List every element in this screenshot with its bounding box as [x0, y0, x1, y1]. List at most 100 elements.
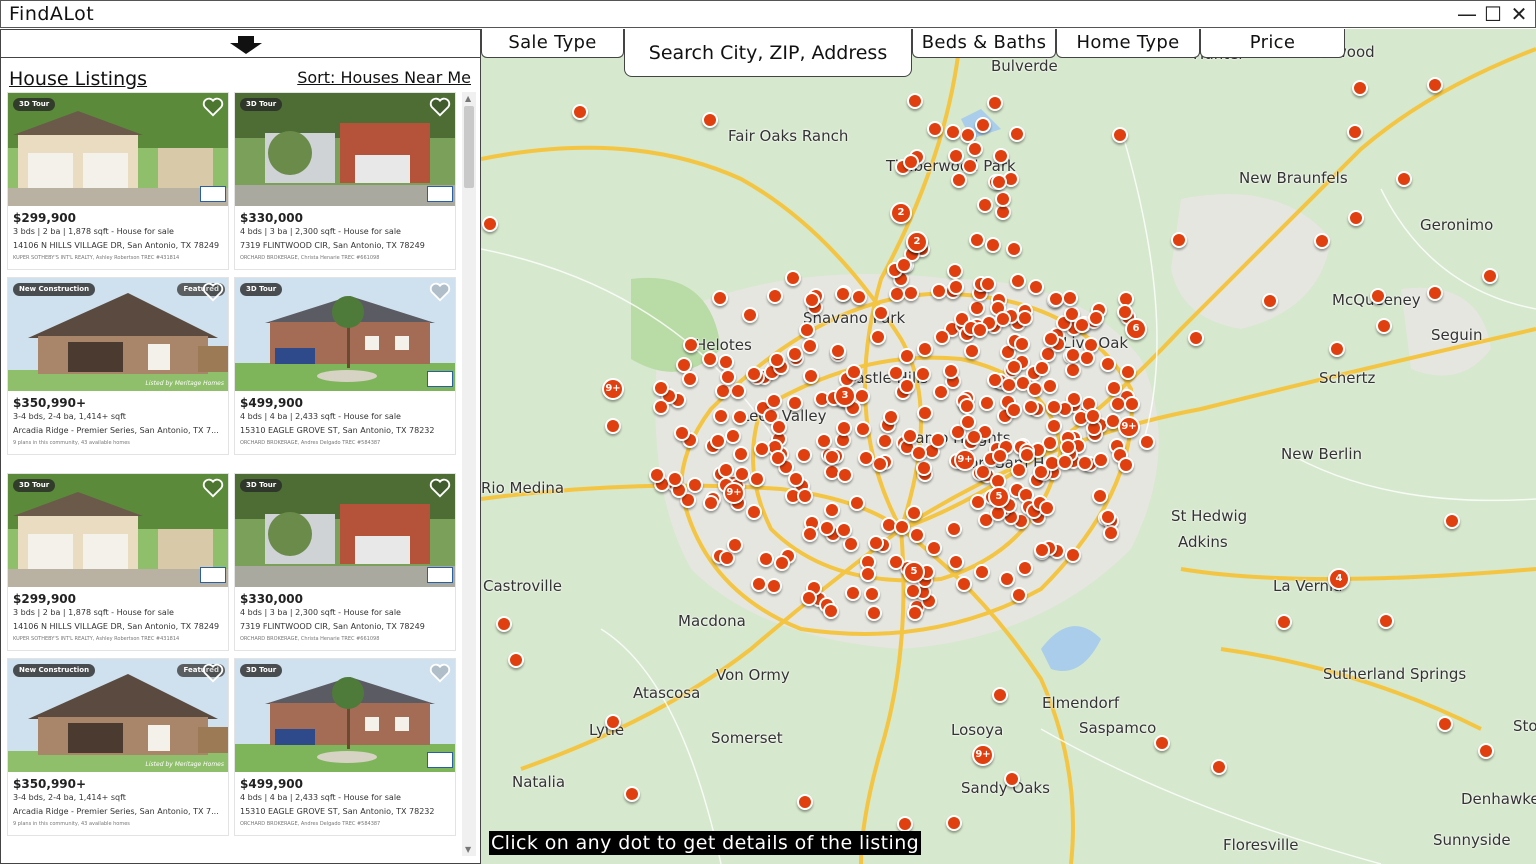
minimize-icon[interactable]: —	[1456, 3, 1478, 25]
listing-dot[interactable]	[848, 494, 865, 511]
listing-dot[interactable]	[1437, 716, 1453, 732]
listing-cluster[interactable]: 5	[903, 561, 925, 583]
listing-cluster[interactable]: 9+	[723, 482, 745, 504]
listing-dot[interactable]	[888, 364, 904, 381]
listing-dot[interactable]	[1060, 438, 1077, 455]
listing-dot[interactable]	[1117, 457, 1134, 474]
listing-dot[interactable]	[768, 351, 785, 368]
listing-dot[interactable]	[855, 420, 872, 437]
listing-dot[interactable]	[1026, 381, 1043, 398]
listing-dot[interactable]	[959, 414, 976, 431]
listing-dot[interactable]	[713, 407, 730, 424]
listing-dot[interactable]	[681, 371, 698, 388]
listing-dot[interactable]	[1034, 541, 1051, 558]
listing-dot[interactable]	[1017, 309, 1034, 326]
listing-cluster[interactable]: 5	[988, 486, 1010, 508]
listing-dot[interactable]	[1006, 358, 1023, 375]
price-filter[interactable]: Price	[1200, 29, 1345, 58]
listing-dot[interactable]	[701, 351, 718, 368]
listing-dot[interactable]	[903, 284, 920, 301]
listing-dot[interactable]	[857, 450, 874, 467]
listing-photo[interactable]: 3D Tour	[235, 474, 455, 587]
listing-dot[interactable]	[785, 270, 801, 286]
heart-icon[interactable]	[202, 97, 224, 117]
listing-dot[interactable]	[653, 379, 670, 396]
heart-icon[interactable]	[202, 478, 224, 498]
listing-dot[interactable]	[966, 140, 983, 157]
listing-dot[interactable]	[973, 563, 990, 580]
listing-dot[interactable]	[893, 518, 910, 535]
listing-card[interactable]: 3D Tour $330,000 4 bds | 3 ba | 2,300 sqft…	[234, 92, 456, 270]
listing-dot[interactable]	[963, 342, 980, 359]
listing-card[interactable]: 3D Tour $299,900 3 bds | 2 ba | 1,878 sqft…	[7, 473, 229, 651]
listing-dot[interactable]	[871, 456, 888, 473]
heart-icon[interactable]	[429, 478, 451, 498]
listing-dot[interactable]	[815, 432, 832, 449]
listing-card[interactable]: 3D Tour $299,900 3 bds | 2 ba | 1,878 sqft…	[7, 92, 229, 270]
listing-dot[interactable]	[905, 504, 922, 521]
heart-icon[interactable]	[202, 282, 224, 302]
heart-icon[interactable]	[429, 97, 451, 117]
listing-dot[interactable]	[741, 306, 758, 323]
collapse-panel-button[interactable]	[1, 30, 480, 58]
listing-dot[interactable]	[961, 158, 978, 174]
listing-dot[interactable]	[906, 605, 923, 621]
listing-dot[interactable]	[1088, 310, 1104, 326]
listing-dot[interactable]	[1154, 735, 1170, 751]
listing-dot[interactable]	[1064, 361, 1081, 378]
listing-cluster[interactable]: 9+	[972, 744, 994, 766]
listing-dot[interactable]	[991, 448, 1008, 465]
listing-dot[interactable]	[1352, 80, 1368, 96]
listing-dot[interactable]	[1085, 407, 1102, 424]
listing-dot[interactable]	[1348, 210, 1364, 226]
listing-dot[interactable]	[1444, 513, 1460, 529]
listing-dot[interactable]	[1478, 743, 1494, 759]
listing-dot[interactable]	[1276, 614, 1292, 630]
listing-dot[interactable]	[1041, 377, 1058, 394]
listing-dot[interactable]	[823, 449, 840, 466]
listing-dot[interactable]	[648, 466, 665, 483]
listing-dot[interactable]	[945, 521, 962, 538]
listing-dot[interactable]	[1117, 304, 1134, 321]
listing-dot[interactable]	[796, 488, 813, 505]
listing-dot[interactable]	[1112, 127, 1128, 143]
listing-card[interactable]: New Construction Featured Listed by Merita…	[7, 658, 229, 836]
listing-dot[interactable]	[605, 418, 621, 434]
maximize-icon[interactable]: ☐	[1482, 3, 1504, 25]
listing-dot[interactable]	[1099, 355, 1116, 372]
listing-dot[interactable]	[1011, 586, 1028, 603]
listing-dot[interactable]	[974, 116, 991, 133]
listing-dot[interactable]	[1038, 499, 1055, 516]
listing-dot[interactable]	[1347, 124, 1363, 140]
listing-dot[interactable]	[908, 527, 925, 544]
listing-dot[interactable]	[1008, 125, 1025, 142]
listing-dot[interactable]	[1033, 360, 1050, 377]
map-view[interactable]: BulverdeFair Oaks RanchTimberwood ParkHu…	[481, 29, 1536, 864]
listing-photo[interactable]: 3D Tour	[8, 474, 228, 587]
listing-dot[interactable]	[948, 278, 965, 295]
listing-dot[interactable]	[1099, 508, 1116, 525]
listing-dot[interactable]	[712, 290, 728, 306]
listing-cluster[interactable]: 9+	[954, 449, 976, 471]
heart-icon[interactable]	[429, 663, 451, 683]
listing-cluster[interactable]: 9+	[1118, 416, 1140, 438]
listing-dot[interactable]	[966, 428, 983, 445]
sort-link[interactable]: Sort: Houses Near Me	[297, 68, 471, 87]
listing-dot[interactable]	[1064, 346, 1081, 363]
listing-dot[interactable]	[1102, 525, 1119, 542]
listing-cluster[interactable]: 9+	[602, 378, 624, 400]
listing-dot[interactable]	[1370, 288, 1386, 304]
listing-dot[interactable]	[687, 476, 704, 493]
listing-dot[interactable]	[773, 554, 790, 571]
listing-dot[interactable]	[757, 550, 774, 567]
listing-dot[interactable]	[933, 383, 950, 400]
listing-dot[interactable]	[770, 419, 787, 436]
listing-dot[interactable]	[765, 577, 782, 594]
listing-dot[interactable]	[769, 449, 786, 466]
listing-photo[interactable]: 3D Tour	[235, 659, 455, 772]
listing-dot[interactable]	[801, 337, 818, 354]
listing-dot[interactable]	[992, 687, 1008, 703]
listing-dot[interactable]	[799, 321, 816, 338]
listing-dot[interactable]	[1064, 547, 1081, 564]
listing-dot[interactable]	[877, 432, 894, 449]
